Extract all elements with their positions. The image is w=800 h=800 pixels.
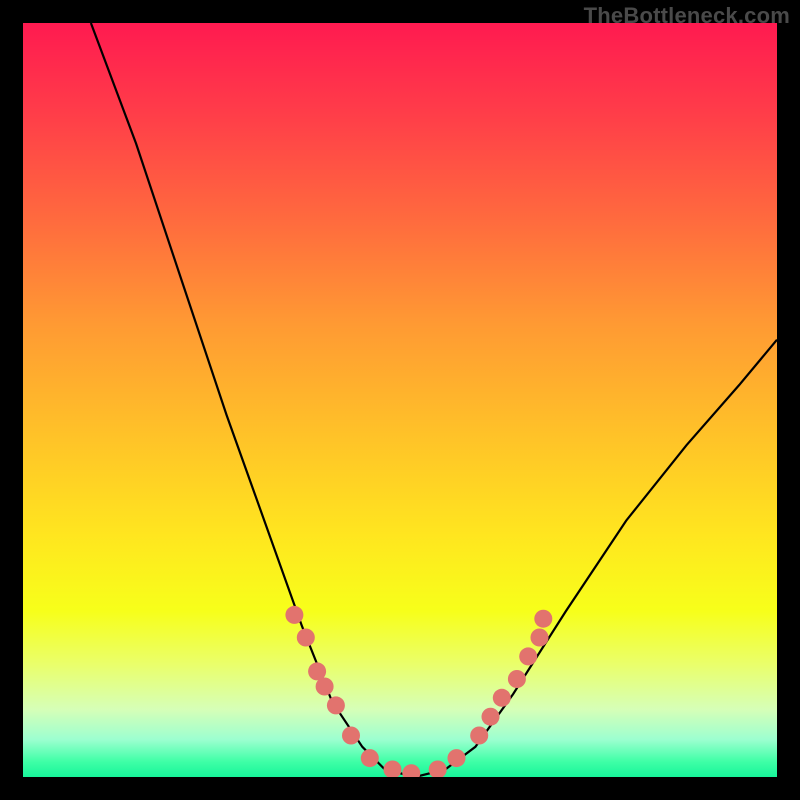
highlight-dot bbox=[531, 629, 549, 647]
highlight-dot bbox=[508, 670, 526, 688]
chart-svg bbox=[23, 23, 777, 777]
highlight-dot bbox=[470, 727, 488, 745]
highlight-dot bbox=[493, 689, 511, 707]
outer-frame: TheBottleneck.com bbox=[0, 0, 800, 800]
highlight-dot bbox=[361, 749, 379, 767]
highlight-dot bbox=[482, 708, 500, 726]
highlight-dot bbox=[402, 764, 420, 777]
highlight-dot bbox=[519, 647, 537, 665]
highlight-dot bbox=[429, 761, 447, 778]
plot-area bbox=[23, 23, 777, 777]
highlight-dot bbox=[297, 629, 315, 647]
marker-group bbox=[285, 606, 552, 777]
highlight-dot bbox=[342, 727, 360, 745]
highlight-dot bbox=[384, 761, 402, 778]
highlight-dot bbox=[327, 696, 345, 714]
bottleneck-curve bbox=[91, 23, 777, 777]
highlight-dot bbox=[534, 610, 552, 628]
highlight-dot bbox=[285, 606, 303, 624]
highlight-dot bbox=[316, 678, 334, 696]
highlight-dot bbox=[448, 749, 466, 767]
watermark-text: TheBottleneck.com bbox=[584, 3, 790, 29]
